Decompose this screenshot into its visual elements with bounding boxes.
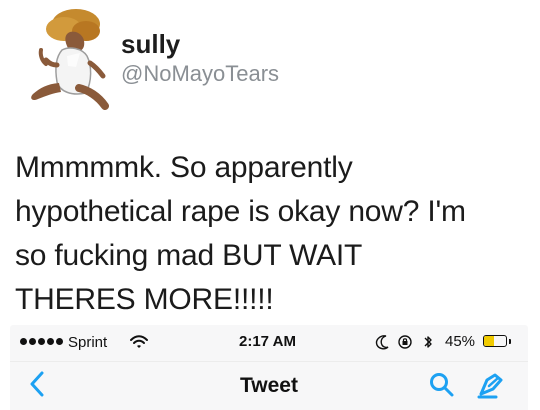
tweet-nav-bar: Tweet	[10, 361, 528, 410]
battery-percent: 45%	[445, 333, 476, 350]
profile-avatar-illustration-icon	[31, 9, 109, 110]
tweet-line-2: hypothetical rape is okay now? I'm	[15, 195, 466, 228]
tweet-line-4: THERES MORE!!!!!	[15, 283, 274, 316]
battery-fill	[484, 336, 494, 346]
tweet-text: Mmmmmk. So apparently hypothetical rape …	[15, 146, 535, 322]
orientation-lock-icon	[397, 334, 413, 350]
avatar[interactable]	[12, 6, 110, 110]
tweet-screenshot-page: sully @NoMayoTears Mmmmmk. So apparently…	[0, 0, 540, 410]
display-name[interactable]: sully	[121, 31, 180, 57]
compose-button[interactable]	[476, 370, 506, 400]
bluetooth-icon	[420, 334, 436, 350]
search-icon	[430, 373, 454, 397]
compose-icon	[477, 373, 503, 399]
status-time: 2:17 AM	[239, 333, 296, 350]
battery-icon	[483, 335, 507, 347]
moon-icon	[375, 334, 391, 350]
tweet-line-1: Mmmmmk. So apparently	[15, 151, 353, 184]
embedded-phone-screenshot: Sprint 2:17 AM 45% Tweet	[10, 325, 528, 410]
status-bar: Sprint 2:17 AM 45%	[10, 325, 528, 361]
search-button[interactable]	[428, 371, 456, 399]
signal-dots-icon	[20, 338, 63, 345]
carrier-label: Sprint	[68, 334, 108, 351]
wifi-icon	[129, 335, 149, 349]
tweet-line-3: so fucking mad BUT WAIT	[15, 239, 363, 272]
user-handle[interactable]: @NoMayoTears	[121, 63, 279, 85]
status-icons: 45%	[375, 333, 525, 353]
battery-tip	[509, 339, 511, 344]
